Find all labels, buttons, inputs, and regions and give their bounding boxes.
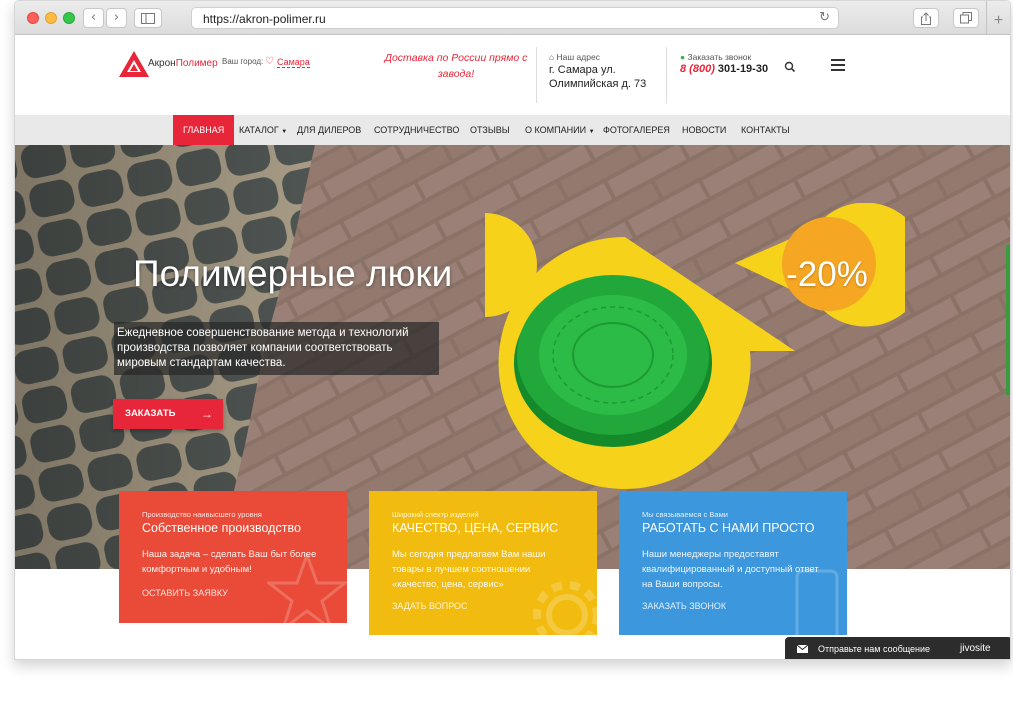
chat-widget-brand: jivosite: [960, 643, 991, 654]
ask-question-link[interactable]: ЗАДАТЬ ВОПРОС: [392, 601, 468, 611]
card-title: РАБОТАТЬ С НАМИ ПРОСТО: [642, 521, 815, 535]
feature-card-quality: Широкий спектр изделий КАЧЕСТВО, ЦЕНА, С…: [369, 491, 597, 635]
nav-item-reviews[interactable]: ОТЗЫВЫ: [470, 115, 510, 145]
card-text: Наши менеджеры предоставят квалифицирова…: [642, 549, 819, 590]
scroll-indicator: [1006, 245, 1010, 395]
search-icon[interactable]: [783, 60, 797, 74]
leave-request-link[interactable]: ОСТАВИТЬ ЗАЯВКУ: [142, 588, 228, 598]
main-nav: ГЛАВНАЯ КАТАЛОГ ▼ ДЛЯ ДИЛЕРОВ СОТРУДНИЧЕ…: [15, 115, 1010, 145]
card-text: Наша задача – сделать Ваш быт более комф…: [142, 549, 317, 575]
divider: [666, 47, 667, 103]
tabs-button[interactable]: [953, 8, 979, 28]
logo-text[interactable]: АкронПолимер: [148, 58, 218, 69]
envelope-icon: [797, 645, 808, 653]
order-button[interactable]: ЗАКАЗАТЬ →: [113, 399, 223, 429]
nav-item-home[interactable]: ГЛАВНАЯ: [173, 115, 235, 145]
order-button-label: ЗАКАЗАТЬ: [125, 408, 176, 419]
share-button[interactable]: [913, 8, 939, 28]
sidebar-button[interactable]: [134, 8, 162, 28]
home-icon: ⌂: [549, 52, 557, 62]
nav-item-dealers[interactable]: ДЛЯ ДИЛЕРОВ: [297, 115, 361, 145]
card-subtitle: Широкий спектр изделий: [392, 510, 479, 519]
chat-widget-text: Отправьте нам сообщение: [818, 644, 931, 654]
nav-item-gallery[interactable]: ФОТОГАЛЕРЕЯ: [603, 115, 670, 145]
caret-down-icon: ▼: [588, 129, 595, 135]
chevron-right-icon: ›: [113, 10, 120, 25]
address-label: ⌂ Наш адрес: [549, 52, 600, 62]
callback-link-text: Заказать звонок: [687, 52, 752, 62]
nav-item-contacts[interactable]: КОНТАКТЫ: [741, 115, 790, 145]
url-text: https://akron-polimer.ru: [203, 12, 326, 26]
chat-widget[interactable]: Отправьте нам сообщение jivosite: [785, 637, 1010, 659]
hatch-promo-graphic: [485, 203, 905, 489]
discount-text: -20%: [786, 255, 868, 294]
hero-description: Ежедневное совершенствование метода и те…: [114, 322, 439, 375]
nav-item-cooperation[interactable]: СОТРУДНИЧЕСТВО: [374, 115, 459, 145]
browser-toolbar: ‹ › https://akron-polimer.ru ↻ +: [15, 1, 1010, 35]
hero-title: Полимерные люки: [133, 253, 453, 294]
nav-item-catalog[interactable]: КАТАЛОГ ▼: [239, 115, 287, 145]
phone-number[interactable]: 8 (800) 301-19-30: [680, 63, 768, 75]
callback-link[interactable]: ● Заказать звонок: [680, 52, 751, 62]
address-label-text: Наш адрес: [556, 52, 600, 62]
arrow-right-icon: →: [201, 407, 213, 421]
reload-icon[interactable]: ↻: [819, 10, 830, 25]
logo-text-part2: Полимер: [175, 58, 218, 69]
location-pin-icon: ♡: [265, 56, 274, 67]
site-header: АкронПолимер Ваш город: ♡ Самара Доставк…: [15, 35, 1010, 115]
website: АкронПолимер Ваш город: ♡ Самара Доставк…: [15, 35, 1010, 659]
forward-button[interactable]: ›: [106, 8, 127, 28]
phone-code: 8 (800): [680, 63, 715, 75]
nav-item-catalog-label: КАТАЛОГ: [239, 125, 279, 135]
city-selector[interactable]: Самара: [277, 57, 310, 68]
address-bar[interactable]: https://akron-polimer.ru ↻: [191, 7, 839, 29]
sidebar-icon: [141, 13, 155, 24]
maximize-window-button[interactable]: [63, 12, 75, 24]
plus-icon: +: [993, 12, 1004, 29]
city-label: Ваш город:: [222, 57, 264, 66]
nav-item-about-label: О КОМПАНИИ: [525, 125, 587, 135]
delivery-note: Доставка по России прямо с завода!: [384, 52, 528, 80]
new-tab-button[interactable]: +: [986, 1, 1010, 35]
card-subtitle: Мы связываемся с Вами: [642, 510, 728, 519]
card-text: Мы сегодня предлагаем Вам наши товары в …: [392, 549, 546, 590]
feature-card-production: Производство наивысшего уровня Собственн…: [119, 491, 347, 623]
phone-digits: 301-19-30: [717, 63, 769, 75]
minimize-window-button[interactable]: [45, 12, 57, 24]
card-title: КАЧЕСТВО, ЦЕНА, СЕРВИС: [392, 521, 559, 535]
nav-item-news[interactable]: НОВОСТИ: [682, 115, 726, 145]
close-window-button[interactable]: [27, 12, 39, 24]
divider: [536, 47, 537, 103]
hamburger-menu-icon[interactable]: [831, 59, 845, 71]
logo-icon[interactable]: [119, 51, 149, 77]
tabs-icon: [960, 12, 972, 24]
caret-down-icon: ▼: [281, 129, 288, 135]
browser-window: ‹ › https://akron-polimer.ru ↻ + АкронПо…: [14, 0, 1011, 660]
nav-item-about[interactable]: О КОМПАНИИ ▼: [525, 115, 595, 145]
discount-badge: -20%: [767, 255, 887, 295]
order-callback-link[interactable]: ЗАКАЗАТЬ ЗВОНОК: [642, 601, 726, 611]
chat-bubble-icon: ●: [680, 52, 688, 62]
feature-card-easy: Мы связываемся с Вами РАБОТАТЬ С НАМИ ПР…: [619, 491, 847, 635]
card-subtitle: Производство наивысшего уровня: [142, 510, 262, 519]
share-icon: [921, 12, 931, 25]
chevron-left-icon: ‹: [90, 10, 97, 25]
card-title: Собственное производство: [142, 521, 301, 535]
back-button[interactable]: ‹: [83, 8, 104, 28]
address: г. Самара ул. Олимпийская д. 73: [549, 64, 647, 90]
logo-text-part1: Акрон: [148, 58, 176, 69]
